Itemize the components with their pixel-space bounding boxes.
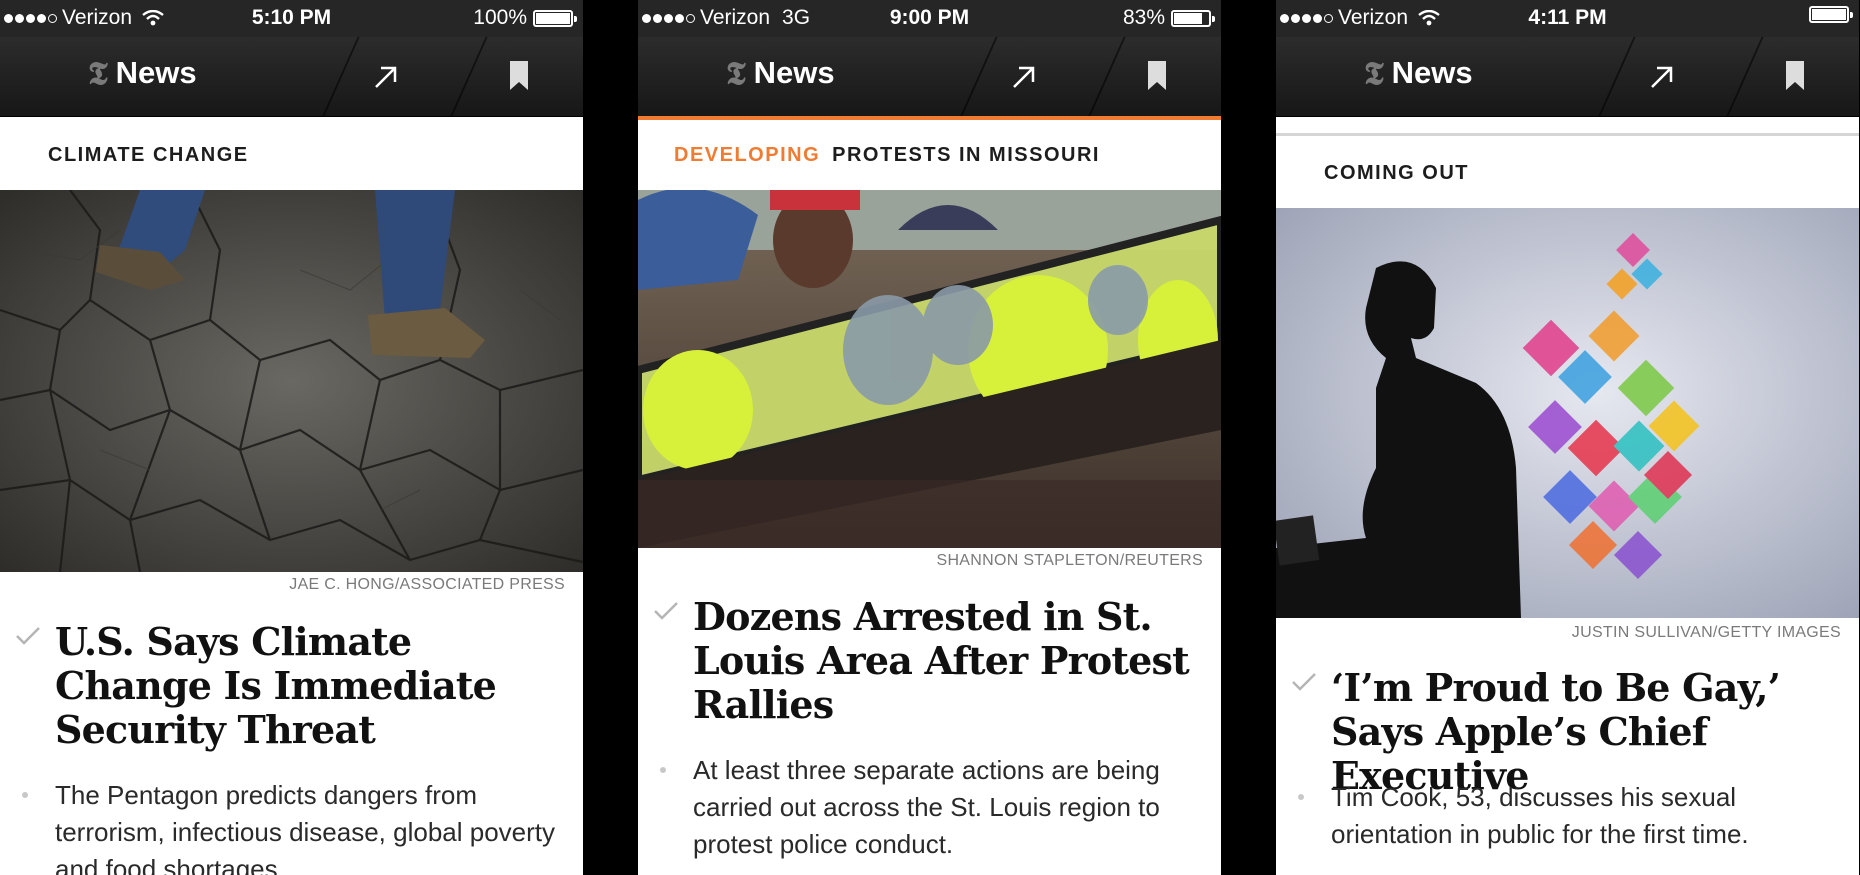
photo-credit: JUSTIN SULLIVAN/GETTY IMAGES: [1571, 624, 1841, 641]
article-headline[interactable]: Dozens Arrested in St. Louis Area After …: [693, 595, 1203, 727]
kicker-topic: PROTESTS IN MISSOURI: [832, 144, 1100, 166]
nyt-t-logo-icon: 𝕿: [88, 54, 108, 92]
bookmark-icon[interactable]: [508, 61, 530, 91]
status-time: 4:11 PM: [1528, 6, 1607, 29]
nav-title[interactable]: 𝕿 News: [726, 55, 835, 91]
status-bar: Verizon 3G 9:00 PM 83%: [638, 0, 1221, 37]
phone-screen-protests: Verizon 3G 9:00 PM 83% 𝕿 News DEVELOPING…: [638, 0, 1221, 875]
article-summary: Tim Cook, 53, discusses his sexual orien…: [1331, 782, 1749, 849]
nav-bar: 𝕿 News: [638, 37, 1221, 117]
phone-screen-climate: Verizon 5:10 PM 100% 𝕿 News CLIMATE CHAN…: [0, 0, 583, 875]
developing-accent-bar: [638, 116, 1221, 120]
nyt-t-logo-icon: 𝕿: [726, 54, 746, 92]
article-summary: At least three separate actions are bein…: [693, 755, 1160, 859]
article-headline[interactable]: U.S. Says Climate Change Is Immediate Se…: [55, 620, 565, 752]
nav-title[interactable]: 𝕿 News: [88, 55, 197, 91]
nav-title-label: News: [753, 55, 835, 90]
battery-icon: [1171, 9, 1215, 27]
battery-percent: 100%: [473, 6, 527, 29]
battery-percent: 83%: [1122, 6, 1165, 29]
article-summary: The Pentagon predicts dangers from terro…: [55, 780, 556, 875]
nav-title[interactable]: 𝕿 News: [1364, 55, 1473, 91]
summary-bullet: [660, 767, 666, 773]
nav-bar: 𝕿 News: [1276, 37, 1859, 117]
status-bar: Verizon 5:10 PM 100%: [0, 0, 583, 37]
bookmark-icon[interactable]: [1146, 61, 1168, 91]
battery-icon: [533, 9, 577, 27]
photo-credit: SHANNON STAPLETON/REUTERS: [936, 552, 1203, 569]
kicker-topic: COMING OUT: [1324, 162, 1469, 184]
section-kicker[interactable]: COMING OUT: [1312, 162, 1469, 185]
share-arrow-icon[interactable]: [1644, 59, 1680, 95]
nyt-t-logo-icon: 𝕿: [1364, 54, 1384, 92]
developing-label: DEVELOPING: [674, 144, 821, 166]
summary-bullet: [22, 792, 28, 798]
nav-bar: 𝕿 News: [0, 37, 583, 117]
share-arrow-icon[interactable]: [1006, 59, 1042, 95]
status-bar: Verizon 4:11 PM: [1276, 0, 1859, 37]
article-photo-cracked-earth[interactable]: [0, 190, 583, 572]
section-divider: [1276, 133, 1859, 136]
nav-title-label: News: [1391, 55, 1473, 90]
summary-bullet: [1298, 794, 1304, 800]
share-arrow-icon[interactable]: [368, 59, 404, 95]
article-photo-tim-cook[interactable]: [1276, 208, 1859, 618]
kicker-topic: CLIMATE CHANGE: [48, 144, 249, 166]
section-kicker[interactable]: CLIMATE CHANGE: [36, 144, 249, 167]
article-photo-protest[interactable]: [638, 190, 1221, 548]
phone-screen-coming-out: Verizon 4:11 PM 𝕿 News COMING OUT JUSTIN…: [1276, 0, 1859, 875]
section-kicker[interactable]: DEVELOPING PROTESTS IN MISSOURI: [674, 144, 1100, 167]
photo-credit: JAE C. HONG/ASSOCIATED PRESS: [289, 576, 565, 593]
bookmark-icon[interactable]: [1784, 61, 1806, 91]
checkmark-icon: [16, 627, 40, 645]
checkmark-icon: [1292, 673, 1316, 691]
battery-icon: [1809, 6, 1853, 23]
checkmark-icon: [654, 602, 678, 620]
nav-title-label: News: [115, 55, 197, 90]
